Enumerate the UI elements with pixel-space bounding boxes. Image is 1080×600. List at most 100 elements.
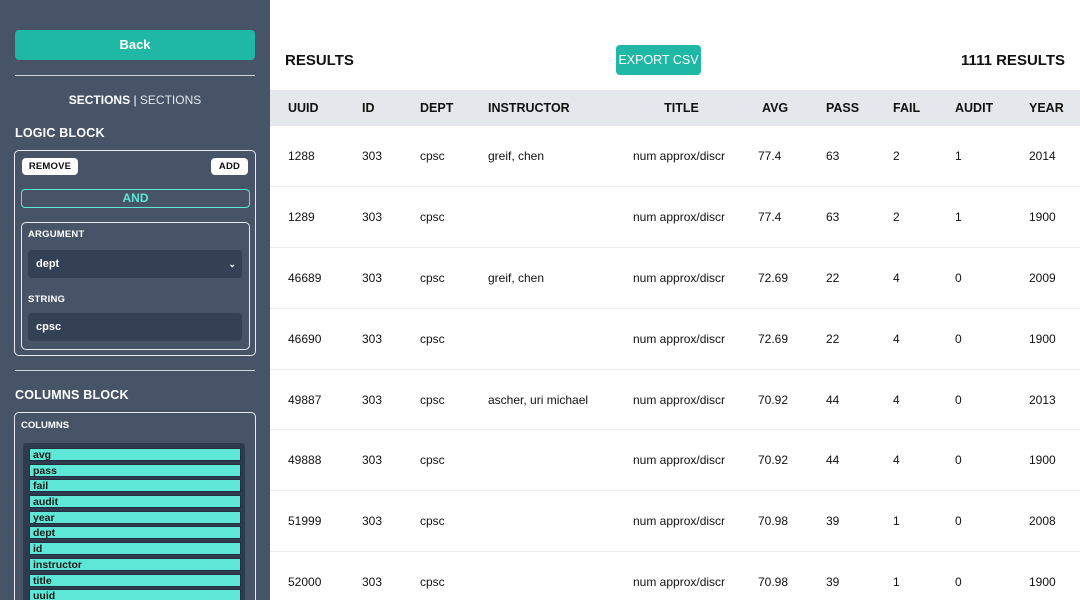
column-option[interactable]: uuid bbox=[29, 589, 241, 600]
dept-cell: cpsc bbox=[420, 149, 445, 164]
column-option[interactable]: dept bbox=[29, 526, 241, 540]
table-row: 49888 303 cpsc num approx/discr 70.92 44 4 0 190… bbox=[270, 430, 1080, 491]
uuid-cell: 52000 bbox=[288, 574, 322, 589]
column-header-year[interactable]: YEAR bbox=[1011, 90, 1080, 126]
avg-cell: 70.92 bbox=[758, 453, 789, 468]
table-header-row: UUID ID DEPT INSTRUCTOR TITLE AVG PASS F… bbox=[270, 90, 1080, 126]
title-cell: num approx/discr bbox=[633, 270, 726, 285]
columns-multiselect[interactable]: avg pass fail audit year dept id instructor titl… bbox=[23, 443, 245, 600]
id-cell: 303 bbox=[362, 574, 383, 589]
id-cell: 303 bbox=[362, 453, 383, 468]
title-cell: num approx/discr bbox=[633, 149, 726, 164]
pass-cell: 44 bbox=[826, 392, 840, 407]
results-table: UUID ID DEPT INSTRUCTOR TITLE AVG PASS F… bbox=[270, 90, 1080, 600]
avg-cell: 72.69 bbox=[758, 270, 789, 285]
and-toggle[interactable]: AND bbox=[21, 189, 250, 208]
string-input[interactable]: cpsc bbox=[28, 313, 242, 341]
uuid-cell: 1288 bbox=[288, 149, 315, 164]
uuid-cell: 51999 bbox=[288, 514, 322, 529]
table-row: 1288 303 cpsc greif, chen num approx/discr 77… bbox=[270, 126, 1080, 187]
add-button[interactable]: ADD bbox=[211, 158, 248, 175]
sections-title-separator: | bbox=[133, 93, 137, 107]
audit-cell: 1 bbox=[955, 210, 962, 225]
results-count: 1111 RESULTS bbox=[961, 52, 1065, 69]
column-header-uuid[interactable]: UUID bbox=[270, 90, 344, 126]
pass-cell: 63 bbox=[826, 149, 840, 164]
instructor-cell: greif, chen bbox=[488, 270, 545, 285]
column-option[interactable]: id bbox=[29, 542, 241, 556]
remove-button[interactable]: REMOVE bbox=[22, 158, 78, 175]
table-row: 46690 303 cpsc num approx/discr 72.69 22 4 0 190… bbox=[270, 308, 1080, 370]
column-header-audit[interactable]: AUDIT bbox=[937, 90, 1011, 126]
argument-box: ARGUMENT dept ⌄ STRING cpsc bbox=[21, 222, 250, 350]
uuid-cell: 49888 bbox=[288, 453, 322, 468]
audit-cell: 0 bbox=[955, 453, 962, 468]
main-content: RESULTS EXPORT CSV 1111 RESULTS UUID ID … bbox=[270, 0, 1080, 600]
instructor-cell: greif, chen bbox=[488, 149, 545, 164]
columns-label: COLUMNS bbox=[21, 420, 70, 431]
instructor-cell bbox=[470, 491, 623, 552]
dept-cell: cpsc bbox=[420, 392, 445, 407]
argument-label: ARGUMENT bbox=[28, 229, 85, 240]
column-option[interactable]: title bbox=[29, 573, 241, 587]
string-label: STRING bbox=[28, 294, 66, 305]
column-header-fail[interactable]: FAIL bbox=[875, 90, 937, 126]
divider bbox=[15, 75, 255, 76]
back-button[interactable]: Back bbox=[15, 30, 255, 60]
column-header-avg[interactable]: AVG bbox=[740, 90, 808, 126]
results-heading: RESULTS bbox=[285, 52, 354, 69]
fail-cell: 1 bbox=[893, 514, 900, 529]
id-cell: 303 bbox=[362, 514, 383, 529]
column-option[interactable]: audit bbox=[29, 495, 241, 509]
id-cell: 303 bbox=[362, 331, 383, 346]
avg-cell: 72.69 bbox=[758, 331, 789, 346]
column-header-pass[interactable]: PASS bbox=[808, 90, 875, 126]
column-header-dept[interactable]: DEPT bbox=[402, 90, 470, 126]
year-cell: 2008 bbox=[1029, 514, 1056, 529]
audit-cell: 1 bbox=[955, 149, 962, 164]
uuid-cell: 1289 bbox=[288, 210, 315, 225]
columns-block: COLUMNS avg pass fail audit year dept id instru… bbox=[14, 412, 256, 600]
pass-cell: 39 bbox=[826, 514, 840, 529]
audit-cell: 0 bbox=[955, 514, 962, 529]
fail-cell: 4 bbox=[893, 270, 900, 285]
avg-cell: 70.98 bbox=[758, 574, 789, 589]
audit-cell: 0 bbox=[955, 331, 962, 346]
uuid-cell: 46690 bbox=[288, 331, 322, 346]
audit-cell: 0 bbox=[955, 270, 962, 285]
year-cell: 2013 bbox=[1029, 392, 1056, 407]
column-header-title[interactable]: TITLE bbox=[623, 90, 740, 126]
sidebar: Back SECTIONS | SECTIONS LOGIC BLOCK REM… bbox=[0, 0, 270, 600]
year-cell: 1900 bbox=[1029, 453, 1056, 468]
export-csv-button[interactable]: EXPORT CSV bbox=[616, 45, 701, 75]
columns-block-heading: COLUMNS BLOCK bbox=[15, 388, 129, 402]
title-cell: num approx/discr bbox=[633, 331, 726, 346]
column-option[interactable]: pass bbox=[29, 463, 241, 477]
column-option[interactable]: instructor bbox=[29, 557, 241, 571]
fail-cell: 4 bbox=[893, 453, 900, 468]
dept-cell: cpsc bbox=[420, 210, 445, 225]
dept-cell: cpsc bbox=[420, 331, 445, 346]
sections-title: SECTIONS | SECTIONS bbox=[0, 93, 270, 107]
dept-cell: cpsc bbox=[420, 514, 445, 529]
pass-cell: 39 bbox=[826, 574, 840, 589]
sections-title-light: SECTIONS bbox=[139, 93, 202, 107]
column-option[interactable]: avg bbox=[29, 448, 241, 461]
pass-cell: 44 bbox=[826, 453, 840, 468]
column-option[interactable]: fail bbox=[29, 479, 241, 493]
avg-cell: 77.4 bbox=[758, 210, 782, 225]
instructor-cell bbox=[470, 430, 623, 491]
column-header-instructor[interactable]: INSTRUCTOR bbox=[470, 90, 623, 126]
id-cell: 303 bbox=[362, 270, 383, 285]
avg-cell: 77.4 bbox=[758, 149, 782, 164]
instructor-cell bbox=[470, 552, 623, 600]
column-option[interactable]: year bbox=[29, 510, 241, 524]
audit-cell: 0 bbox=[955, 574, 962, 589]
fail-cell: 4 bbox=[893, 392, 900, 407]
uuid-cell: 46689 bbox=[288, 270, 322, 285]
pass-cell: 63 bbox=[826, 210, 840, 225]
argument-select[interactable]: dept ⌄ bbox=[28, 250, 242, 278]
year-cell: 1900 bbox=[1029, 210, 1056, 225]
table-row: 49887 303 cpsc ascher, uri michael num appro… bbox=[270, 369, 1080, 430]
column-header-id[interactable]: ID bbox=[344, 90, 402, 126]
